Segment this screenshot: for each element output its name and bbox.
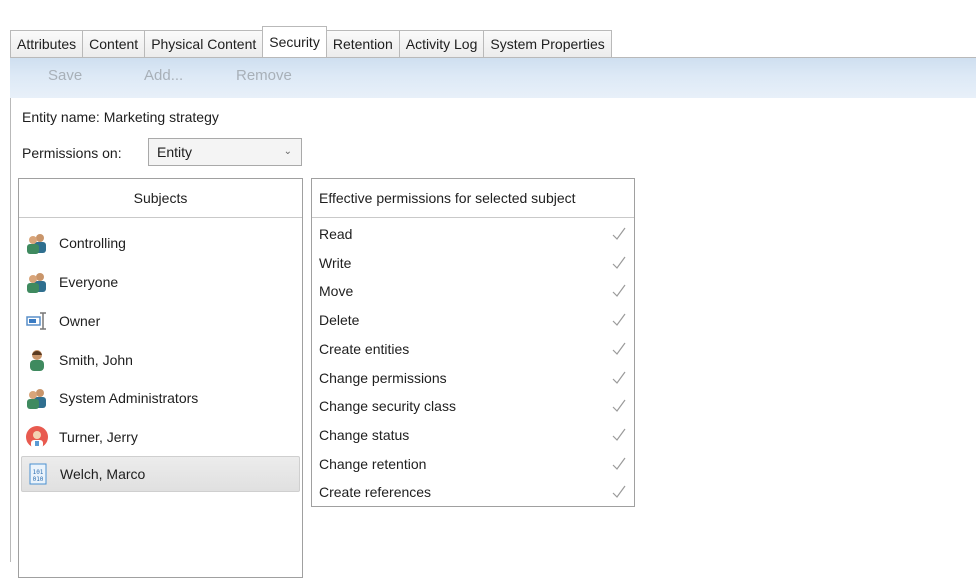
permissions-panel: Effective permissions for selected subje…: [311, 178, 635, 507]
permission-label: Change retention: [319, 455, 427, 472]
check-icon: [612, 371, 626, 384]
subject-item-controlling[interactable]: Controlling: [21, 225, 300, 261]
permissions-on-label: Permissions on:: [22, 145, 122, 161]
check-icon: [612, 227, 626, 240]
tab-physical-content[interactable]: Physical Content: [144, 30, 264, 57]
permission-label: Change permissions: [319, 369, 447, 386]
subject-item-turner-jerry[interactable]: Turner, Jerry: [21, 419, 300, 455]
tab-system-properties[interactable]: System Properties: [483, 30, 612, 57]
svg-text:010: 010: [33, 476, 44, 483]
add-button[interactable]: Add...: [144, 67, 183, 84]
tab-bar: Attributes Content Physical Content Secu…: [10, 26, 612, 57]
permission-row: Create entities: [312, 335, 634, 363]
permission-label: Create entities: [319, 340, 410, 357]
subject-name: Owner: [59, 313, 101, 329]
check-icon: [612, 342, 626, 355]
save-button[interactable]: Save: [48, 67, 82, 84]
permission-label: Move: [319, 283, 354, 300]
permission-row: Read: [312, 220, 634, 248]
subjects-header: Subjects: [19, 179, 302, 218]
permission-row: Change permissions: [312, 364, 634, 392]
group-icon: [27, 273, 46, 293]
permission-label: Read: [319, 226, 353, 242]
subject-name: Turner, Jerry: [59, 429, 138, 445]
permission-label: Change status: [319, 426, 410, 443]
permission-label: Delete: [319, 312, 360, 329]
subject-item-owner[interactable]: Owner: [21, 303, 300, 339]
permission-row: Create references: [312, 478, 634, 506]
check-icon: [612, 485, 626, 499]
panel-left-border: [10, 98, 11, 562]
user-avatar-icon: [26, 426, 48, 448]
remove-button[interactable]: Remove: [236, 67, 292, 84]
binary-user-icon: 101 010: [29, 463, 47, 485]
subject-name: Smith, John: [59, 352, 133, 368]
toolbar: Save Add... Remove: [10, 58, 976, 98]
entity-name-row: Entity name: Marketing strategy: [22, 109, 219, 125]
tab-content[interactable]: Content: [82, 30, 146, 57]
group-icon: [27, 234, 46, 254]
subject-name: Controlling: [59, 235, 126, 251]
user-icon: [30, 350, 44, 371]
svg-text:101: 101: [33, 469, 44, 476]
permission-row: Write: [312, 249, 634, 277]
tab-activity-log[interactable]: Activity Log: [398, 30, 485, 57]
group-icon: [27, 389, 46, 409]
tab-retention[interactable]: Retention: [325, 30, 400, 57]
permission-row: Change status: [312, 421, 634, 449]
permission-row: Delete: [312, 306, 634, 334]
permissions-on-select[interactable]: Entity ⌄: [148, 138, 302, 166]
check-icon: [612, 256, 626, 269]
permission-row: Move: [312, 277, 634, 305]
subject-item-smith-john[interactable]: Smith, John: [21, 342, 300, 378]
check-icon: [612, 457, 626, 470]
subject-item-everyone[interactable]: Everyone: [21, 264, 300, 300]
owner-icon: [26, 312, 46, 330]
tab-security[interactable]: Security: [262, 26, 327, 57]
permission-label: Change security class: [319, 398, 456, 415]
entity-name-label: Entity name:: [22, 109, 100, 125]
tab-attributes[interactable]: Attributes: [10, 30, 84, 57]
permission-label: Create references: [319, 484, 432, 501]
subject-name: Everyone: [59, 274, 119, 290]
chevron-down-icon: ⌄: [283, 146, 292, 157]
subject-name: System Administrators: [59, 390, 199, 406]
subject-name: Welch, Marco: [60, 466, 146, 482]
permissions-on-value: Entity: [157, 144, 193, 160]
permissions-header: Effective permissions for selected subje…: [312, 179, 634, 218]
permission-row: Change security class: [312, 392, 634, 420]
subjects-panel: Subjects Controlling Everyone Owner Smit…: [18, 178, 303, 578]
permission-label: Write: [319, 254, 352, 271]
check-icon: [612, 428, 626, 441]
check-icon: [612, 285, 626, 298]
permission-row: Change retention: [312, 450, 634, 478]
check-icon: [612, 399, 626, 413]
subject-item-welch-marco[interactable]: 101 010 Welch, Marco: [21, 456, 300, 492]
subject-item-system-administrators[interactable]: System Administrators: [21, 380, 300, 416]
check-icon: [612, 313, 626, 327]
entity-name-value: Marketing strategy: [103, 109, 219, 125]
